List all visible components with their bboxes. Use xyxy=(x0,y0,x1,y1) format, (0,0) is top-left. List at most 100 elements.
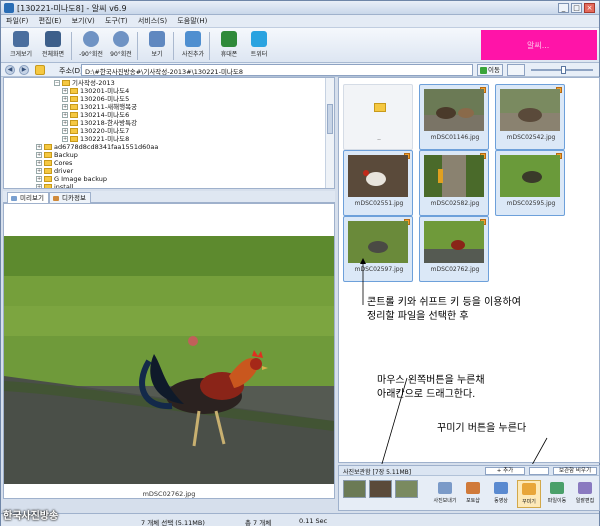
folder-tree: − 기사작성-2013 +130201-미나도4 +130206-미나도5 +13… xyxy=(3,77,335,189)
folder-icon xyxy=(44,160,52,166)
annotation-text: 콘트롤 키와 쉬프트 키 등을 이용하여 xyxy=(367,297,521,308)
rotate-left-button[interactable]: -90°회전 xyxy=(75,30,107,62)
thumbnail-item[interactable]: mDSC02597.jpg xyxy=(343,216,413,282)
menu-file[interactable]: 파일(F) xyxy=(1,15,31,26)
folder-icon xyxy=(374,103,386,112)
decorate-button[interactable]: 꾸미기 xyxy=(517,480,541,508)
tree-item[interactable]: +130214-미나도6 xyxy=(62,111,129,119)
go-button[interactable]: 이동 xyxy=(477,64,503,76)
tree-scroll-thumb[interactable] xyxy=(327,104,333,134)
folder-icon xyxy=(70,104,78,110)
zoom-slider-handle[interactable] xyxy=(561,66,566,74)
menu-bar: 파일(F) 편집(E) 보기(V) 도구(T) 서비스(S) 도움말(H) xyxy=(1,15,599,27)
basket-thumbnail[interactable] xyxy=(395,480,418,498)
annotation-text: 꾸미기 버튼을 누른다 xyxy=(437,423,527,434)
view-mode-button[interactable]: 보기 xyxy=(141,30,173,62)
preview-filename: mDSC02762.jpg xyxy=(142,490,196,498)
thumbnail-item[interactable]: mDSC02582.jpg xyxy=(419,150,489,216)
folder-icon xyxy=(70,136,78,142)
watermark-logo: 한국사진방송 xyxy=(3,511,59,522)
fullscreen-button[interactable]: 전체화면 xyxy=(37,30,69,62)
rotate-left-icon xyxy=(83,31,99,47)
annotation-text: 아래칸으로 드래그한다. xyxy=(377,389,476,400)
menu-view[interactable]: 보기(V) xyxy=(67,15,98,26)
basket-header: 사진보관함 [7장 5.11MB] + 추가 보관함 비우기 xyxy=(339,466,599,476)
tree-item[interactable]: +130218-한사방특강 xyxy=(62,119,137,127)
basket-add-button[interactable]: + 추가 xyxy=(485,467,525,475)
magnifier-icon xyxy=(13,31,29,47)
move-file-icon xyxy=(550,482,564,494)
basket-remove-button[interactable] xyxy=(529,467,549,475)
decorate-icon xyxy=(522,483,536,495)
tree-item[interactable]: + Cores xyxy=(36,159,72,167)
phone-button[interactable]: 휴대폰 xyxy=(213,30,245,62)
rotate-right-icon xyxy=(113,31,129,47)
address-bar: ◀ ▶ 주소(D) D:\#한국사진방송#\기사작성-2013#\130221-… xyxy=(1,63,599,77)
folder-icon xyxy=(44,168,52,174)
preview-icon xyxy=(11,196,17,201)
phone-icon xyxy=(221,31,237,47)
parent-folder-item[interactable]: .. xyxy=(343,84,413,150)
folder-icon xyxy=(44,184,52,188)
tree-item[interactable]: +130211-새해행복궁 xyxy=(62,103,137,111)
basket-clear-button[interactable]: 보관함 비우기 xyxy=(553,467,597,475)
up-folder-icon[interactable] xyxy=(35,65,45,75)
thumbnail-item[interactable]: mDSC02551.jpg xyxy=(343,150,413,216)
annotation-text: 정리할 파일을 선택한 후 xyxy=(367,311,469,322)
folder-icon xyxy=(70,112,78,118)
thumbnail-zoom-slider[interactable] xyxy=(531,66,593,74)
enlarge-view-button[interactable]: 크게보기 xyxy=(5,30,37,62)
video-button[interactable]: 동영상 xyxy=(489,480,513,508)
minimize-button[interactable]: _ xyxy=(558,3,569,13)
rotate-right-button[interactable]: 90°회전 xyxy=(105,30,137,62)
tree-item-selected[interactable]: +130221-미나도8 xyxy=(62,135,129,143)
address-input[interactable]: D:\#한국사진방송#\기사작성-2013#\130221-미나도8 xyxy=(81,64,473,76)
basket-thumbnail[interactable] xyxy=(369,480,392,498)
thumbnail-item[interactable]: mDSC02595.jpg xyxy=(495,150,565,216)
tab-camera-info[interactable]: 디카정보 xyxy=(49,192,91,203)
forward-button[interactable]: ▶ xyxy=(19,65,29,75)
tree-item[interactable]: + Backup xyxy=(36,151,78,159)
folder-icon xyxy=(70,120,78,126)
video-icon xyxy=(494,482,508,494)
folder-icon xyxy=(70,96,78,102)
tree-item[interactable]: − 기사작성-2013 xyxy=(54,79,115,87)
tree-item[interactable]: +130201-미나도4 xyxy=(62,87,129,95)
tree-item[interactable]: + ad6778d8cd8341faa1551d60aa xyxy=(36,143,158,151)
menu-service[interactable]: 서비스(S) xyxy=(133,15,170,26)
back-button[interactable]: ◀ xyxy=(5,65,15,75)
folder-icon xyxy=(70,128,78,134)
photoshop-button[interactable]: 포토샵 xyxy=(461,480,485,508)
tree-item[interactable]: +130220-미나도7 xyxy=(62,127,129,135)
tree-item[interactable]: +130206-미나도5 xyxy=(62,95,129,103)
preview-pane: mDSC02762.jpg xyxy=(3,203,335,499)
tree-item[interactable]: + install xyxy=(36,183,73,188)
menu-edit[interactable]: 편집(E) xyxy=(34,15,65,26)
batch-edit-button[interactable]: 일괄편집 xyxy=(573,480,597,508)
twitter-button[interactable]: 트위터 xyxy=(243,30,275,62)
tab-preview[interactable]: 미리보기 xyxy=(7,192,49,203)
move-file-button[interactable]: 파일이동 xyxy=(545,480,569,508)
go-arrow-icon xyxy=(480,67,487,74)
view-select[interactable] xyxy=(507,64,525,76)
thumbnail-item[interactable]: mDSC02762.jpg xyxy=(419,216,489,282)
tree-scrollbar[interactable] xyxy=(325,78,334,188)
ad-banner[interactable]: 알씨... xyxy=(481,30,597,60)
preview-photo xyxy=(4,236,334,484)
maximize-button[interactable]: □ xyxy=(571,3,582,13)
thumbnail-item[interactable]: mDSC02542.jpg xyxy=(495,84,565,150)
close-button[interactable]: × xyxy=(584,3,595,13)
status-bar: 7 개체 선택 (5.11MB) 총 7 개체 0.11 Sec xyxy=(1,513,599,527)
send-icon xyxy=(438,482,452,494)
menu-tools[interactable]: 도구(T) xyxy=(100,15,131,26)
basket-thumbnail[interactable] xyxy=(343,480,366,498)
menu-help[interactable]: 도움말(H) xyxy=(172,15,210,26)
thumbnail-item[interactable]: mDSC01146.jpg xyxy=(419,84,489,150)
tree-item[interactable]: + driver xyxy=(36,167,73,175)
photoshop-icon xyxy=(466,482,480,494)
folder-icon xyxy=(70,88,78,94)
grid-view-icon xyxy=(149,31,165,47)
tree-item[interactable]: + G Image backup xyxy=(36,175,107,183)
send-photo-button[interactable]: 사진보내기 xyxy=(433,480,457,508)
add-photo-button[interactable]: 사진추가 xyxy=(177,30,209,62)
